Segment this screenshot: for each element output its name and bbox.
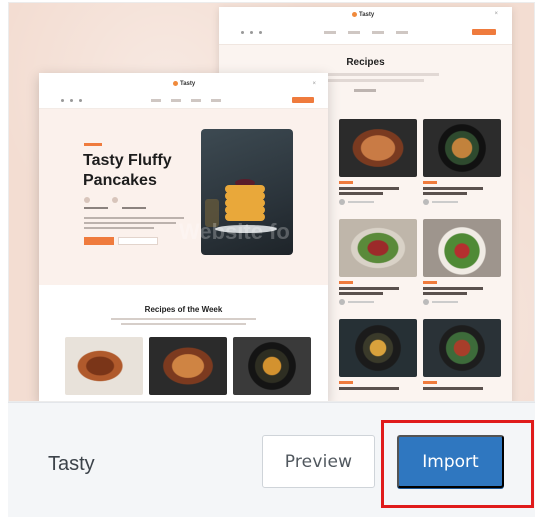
social-icons bbox=[241, 31, 262, 34]
hero-meta-icons bbox=[84, 197, 118, 203]
section-subtitle-line bbox=[111, 318, 256, 320]
food-image bbox=[423, 119, 501, 177]
theme-name: Tasty bbox=[48, 453, 95, 475]
preview-menu bbox=[151, 99, 221, 102]
food-image bbox=[149, 337, 227, 395]
preview-recipes-of-week: Recipes of the Week bbox=[39, 285, 328, 401]
preview-page-home: Tasty × Tasty Fluffy Pancakes Website fo… bbox=[39, 73, 328, 401]
food-image bbox=[339, 219, 417, 277]
preview-recipe-grid bbox=[339, 119, 501, 401]
food-image bbox=[65, 337, 143, 395]
hero-primary-button bbox=[84, 237, 114, 245]
preview-subtitle-line bbox=[314, 79, 424, 82]
recipe-card bbox=[423, 119, 501, 205]
preview-navbar: Tasty × bbox=[219, 7, 512, 45]
theme-actions-bar: Tasty Preview Import bbox=[8, 402, 535, 517]
food-image bbox=[423, 319, 501, 377]
section-title: Recipes of the Week bbox=[144, 305, 223, 314]
preview-button[interactable]: Preview bbox=[262, 435, 375, 488]
watermark-text: Website fo bbox=[179, 219, 290, 244]
recipe-card bbox=[339, 119, 417, 205]
theme-screenshot[interactable]: Tasty × Recipes Tasty × Tasty Fluffy Pan… bbox=[8, 2, 535, 402]
preview-logo: Tasty bbox=[352, 12, 374, 18]
recipe-card bbox=[423, 219, 501, 305]
food-image bbox=[233, 337, 311, 395]
recipe-cards bbox=[65, 337, 311, 395]
hero-secondary-button bbox=[118, 237, 158, 245]
preview-link-line bbox=[354, 89, 376, 92]
preview-menu bbox=[324, 31, 408, 34]
preview-logo: Tasty bbox=[173, 81, 195, 87]
preview-hero: Tasty Fluffy Pancakes Website fo bbox=[39, 109, 328, 285]
social-icons bbox=[61, 99, 82, 102]
recipe-card bbox=[339, 319, 417, 390]
hero-description bbox=[84, 217, 184, 232]
preview-cta-button bbox=[292, 97, 314, 103]
food-image bbox=[339, 319, 417, 377]
hero-title: Tasty Fluffy Pancakes bbox=[83, 152, 172, 189]
food-image bbox=[339, 119, 417, 177]
hero-kicker bbox=[84, 143, 102, 146]
recipe-card bbox=[339, 219, 417, 305]
import-button[interactable]: Import bbox=[397, 435, 504, 488]
food-image bbox=[423, 219, 501, 277]
hero-meta-labels bbox=[84, 207, 146, 209]
preview-navbar: Tasty × bbox=[39, 73, 328, 109]
theme-card: Tasty × Recipes Tasty × Tasty Fluffy Pan… bbox=[8, 2, 535, 517]
recipe-card bbox=[423, 319, 501, 390]
close-icon: × bbox=[312, 81, 316, 87]
preview-cta-button bbox=[472, 29, 496, 35]
section-subtitle-line bbox=[121, 323, 246, 325]
close-icon: × bbox=[494, 11, 498, 17]
preview-section-title: Recipes bbox=[346, 57, 385, 68]
